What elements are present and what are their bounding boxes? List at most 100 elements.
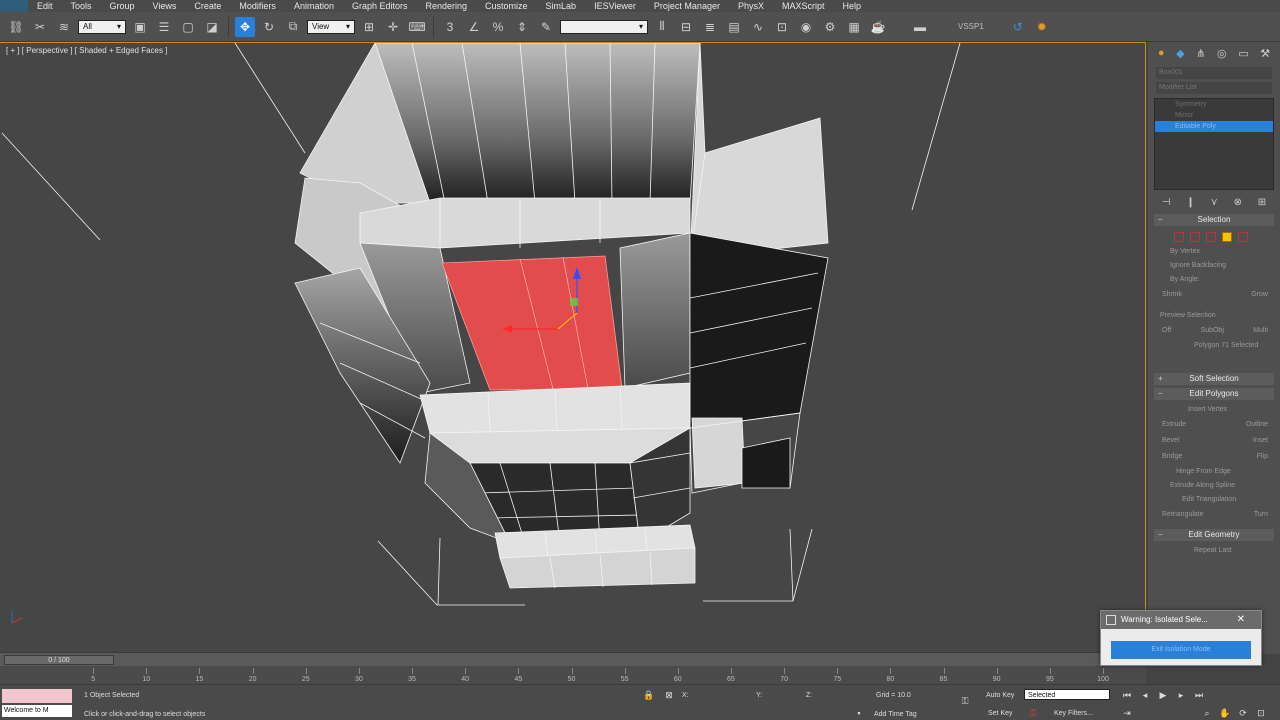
bind-space-warp-icon[interactable]: ≋ <box>54 17 74 37</box>
key-mode-icon[interactable]: ⚿ <box>958 695 972 707</box>
repeat-last-button[interactable]: Repeat Last <box>1148 544 1280 558</box>
selection-filter-dropdown[interactable]: All ▾ <box>78 19 126 34</box>
flip-button[interactable]: Flip <box>1257 449 1268 465</box>
rendered-frame-icon[interactable]: ▦ <box>844 17 864 37</box>
zoom-icon[interactable]: ⌕ <box>1200 707 1214 719</box>
menu-modifiers[interactable]: Modifiers <box>230 0 285 12</box>
inset-button[interactable]: Inset <box>1253 433 1268 449</box>
edge-level-icon[interactable] <box>1190 232 1200 242</box>
absolute-mode-icon[interactable]: ⊠ <box>662 689 676 701</box>
auto-key-button[interactable]: Auto Key <box>986 692 1014 699</box>
retriangulate-button[interactable]: Retriangulate <box>1162 507 1204 523</box>
menu-help[interactable]: Help <box>834 0 871 12</box>
ignore-backfacing-checkbox[interactable]: Ignore Backfacing <box>1148 259 1280 273</box>
selected-set-dropdown[interactable]: Selected <box>1024 689 1110 700</box>
perspective-viewport[interactable]: [ + ] [ Perspective ] [ Shaded + Edged F… <box>0 42 1146 652</box>
maxscript-mini-listener[interactable]: Welcome to M <box>2 705 72 717</box>
render-icon[interactable]: ▬ <box>910 17 930 37</box>
outline-button[interactable]: Outline <box>1246 417 1268 433</box>
track-bar[interactable]: 5 10 15 20 25 30 35 40 45 50 55 60 65 70 75 80 85 90 95 100 <box>0 666 1146 684</box>
hinge-from-edge-button[interactable]: Hinge From Edge <box>1148 465 1280 479</box>
viewport-scene[interactable] <box>0 43 1146 652</box>
menu-views[interactable]: Views <box>144 0 186 12</box>
preview-multi-radio[interactable]: Multi <box>1253 323 1268 339</box>
vertex-level-icon[interactable] <box>1174 232 1184 242</box>
border-level-icon[interactable] <box>1206 232 1216 242</box>
insert-vertex-button[interactable]: Insert Vertex <box>1148 403 1280 417</box>
lock-selection-icon[interactable]: 🔒 <box>642 689 656 701</box>
menu-group[interactable]: Group <box>101 0 144 12</box>
reference-coordinate-dropdown[interactable]: View ▾ <box>307 19 355 34</box>
next-frame-icon[interactable]: ▸ <box>1174 689 1188 701</box>
menu-project-manager[interactable]: Project Manager <box>645 0 729 12</box>
layer-manager-icon[interactable]: ≣ <box>700 17 720 37</box>
window-crossing-icon[interactable]: ◪ <box>202 17 222 37</box>
by-vertex-checkbox[interactable]: By Vertex <box>1148 245 1280 259</box>
menu-graph-editors[interactable]: Graph Editors <box>343 0 417 12</box>
schematic-view-icon[interactable]: ⊡ <box>772 17 792 37</box>
time-slider-track[interactable]: 0 / 100 <box>0 652 1146 666</box>
create-tab-icon[interactable]: ● <box>1158 47 1165 59</box>
bridge-button[interactable]: Bridge <box>1162 449 1182 465</box>
menu-rendering[interactable]: Rendering <box>417 0 477 12</box>
angle-snap-icon[interactable]: ∠ <box>464 17 484 37</box>
pivot-center-icon[interactable]: ⊞ <box>359 17 379 37</box>
selected-polygon[interactable] <box>441 255 623 391</box>
motion-tab-icon[interactable]: ◎ <box>1217 47 1227 60</box>
unlink-icon[interactable]: ✂ <box>30 17 50 37</box>
extrude-along-spline-button[interactable]: Extrude Along Spline <box>1148 479 1280 493</box>
orbit-icon[interactable]: ⟳ <box>1236 707 1250 719</box>
keyboard-shortcut-icon[interactable]: ⌨ <box>407 17 427 37</box>
menu-animation[interactable]: Animation <box>285 0 343 12</box>
stack-item-editable-poly[interactable]: Editable Poly <box>1155 121 1273 132</box>
select-scale-icon[interactable]: ⧉ <box>283 17 303 37</box>
time-tag-icon[interactable]: ▪ <box>852 707 866 719</box>
edit-geometry-rollout[interactable]: − Edit Geometry <box>1154 529 1274 541</box>
soft-selection-rollout[interactable]: + Soft Selection <box>1154 373 1274 385</box>
render-setup-icon[interactable]: ⚙ <box>820 17 840 37</box>
modifier-list-dropdown[interactable]: Modifier List <box>1156 82 1272 94</box>
extrude-button[interactable]: Extrude <box>1162 417 1186 433</box>
pin-stack-icon[interactable]: ⊣ <box>1162 197 1171 208</box>
go-to-end-icon[interactable]: ⏭ <box>1192 689 1206 701</box>
edit-named-selection-icon[interactable]: ✎ <box>536 17 556 37</box>
app-logo-icon[interactable] <box>0 0 28 12</box>
play-icon[interactable]: ▶ <box>1156 689 1170 701</box>
preview-subobj-radio[interactable]: SubObj <box>1201 323 1224 339</box>
maxscript-listener[interactable] <box>2 689 72 703</box>
close-icon[interactable]: ✕ <box>1237 611 1245 629</box>
menu-maxscript[interactable]: MAXScript <box>773 0 834 12</box>
spinner-snap-icon[interactable]: ⇕ <box>512 17 532 37</box>
select-move-icon[interactable]: ✥ <box>235 16 255 37</box>
shrink-button[interactable]: Shrink <box>1162 287 1182 303</box>
set-key-button[interactable]: Set Key <box>988 710 1013 717</box>
element-level-icon[interactable] <box>1238 232 1248 242</box>
menu-edit[interactable]: Edit <box>28 0 62 12</box>
key-mode-toggle-icon[interactable]: ⇥ <box>1120 707 1134 719</box>
rectangle-selection-icon[interactable]: ▢ <box>178 17 198 37</box>
time-slider[interactable]: 0 / 100 <box>4 655 114 665</box>
select-object-icon[interactable]: ▣ <box>130 17 150 37</box>
selection-rollout[interactable]: − Selection <box>1154 214 1274 226</box>
turn-button[interactable]: Turn <box>1254 507 1268 523</box>
menu-create[interactable]: Create <box>185 0 230 12</box>
select-rotate-icon[interactable]: ↻ <box>259 17 279 37</box>
object-name-field[interactable]: Box001 <box>1156 67 1272 79</box>
menu-tools[interactable]: Tools <box>62 0 101 12</box>
mirror-icon[interactable]: ⫴ <box>652 17 672 37</box>
preview-off-radio[interactable]: Off <box>1162 323 1171 339</box>
hierarchy-tab-icon[interactable]: ⋔ <box>1196 47 1205 60</box>
go-to-start-icon[interactable]: ⏮ <box>1120 689 1134 701</box>
menu-customize[interactable]: Customize <box>476 0 537 12</box>
menu-simlab[interactable]: SimLab <box>537 0 586 12</box>
snap-toggle-icon[interactable]: 3 <box>440 17 460 37</box>
make-unique-icon[interactable]: ⋎ <box>1210 197 1217 208</box>
viewport-label[interactable]: [ + ] [ Perspective ] [ Shaded + Edged F… <box>6 46 167 55</box>
add-time-tag-button[interactable]: Add Time Tag <box>874 711 917 718</box>
stack-item-mirror[interactable]: Mirror <box>1155 110 1273 121</box>
by-angle-checkbox[interactable]: By Angle: <box>1148 273 1280 287</box>
stack-item-symmetry[interactable]: Symmetry <box>1155 99 1273 110</box>
edit-polygons-rollout[interactable]: − Edit Polygons <box>1154 388 1274 400</box>
key-filters-button[interactable]: Key Filters... <box>1054 710 1093 717</box>
link-icon[interactable]: ⛓ <box>6 17 26 37</box>
